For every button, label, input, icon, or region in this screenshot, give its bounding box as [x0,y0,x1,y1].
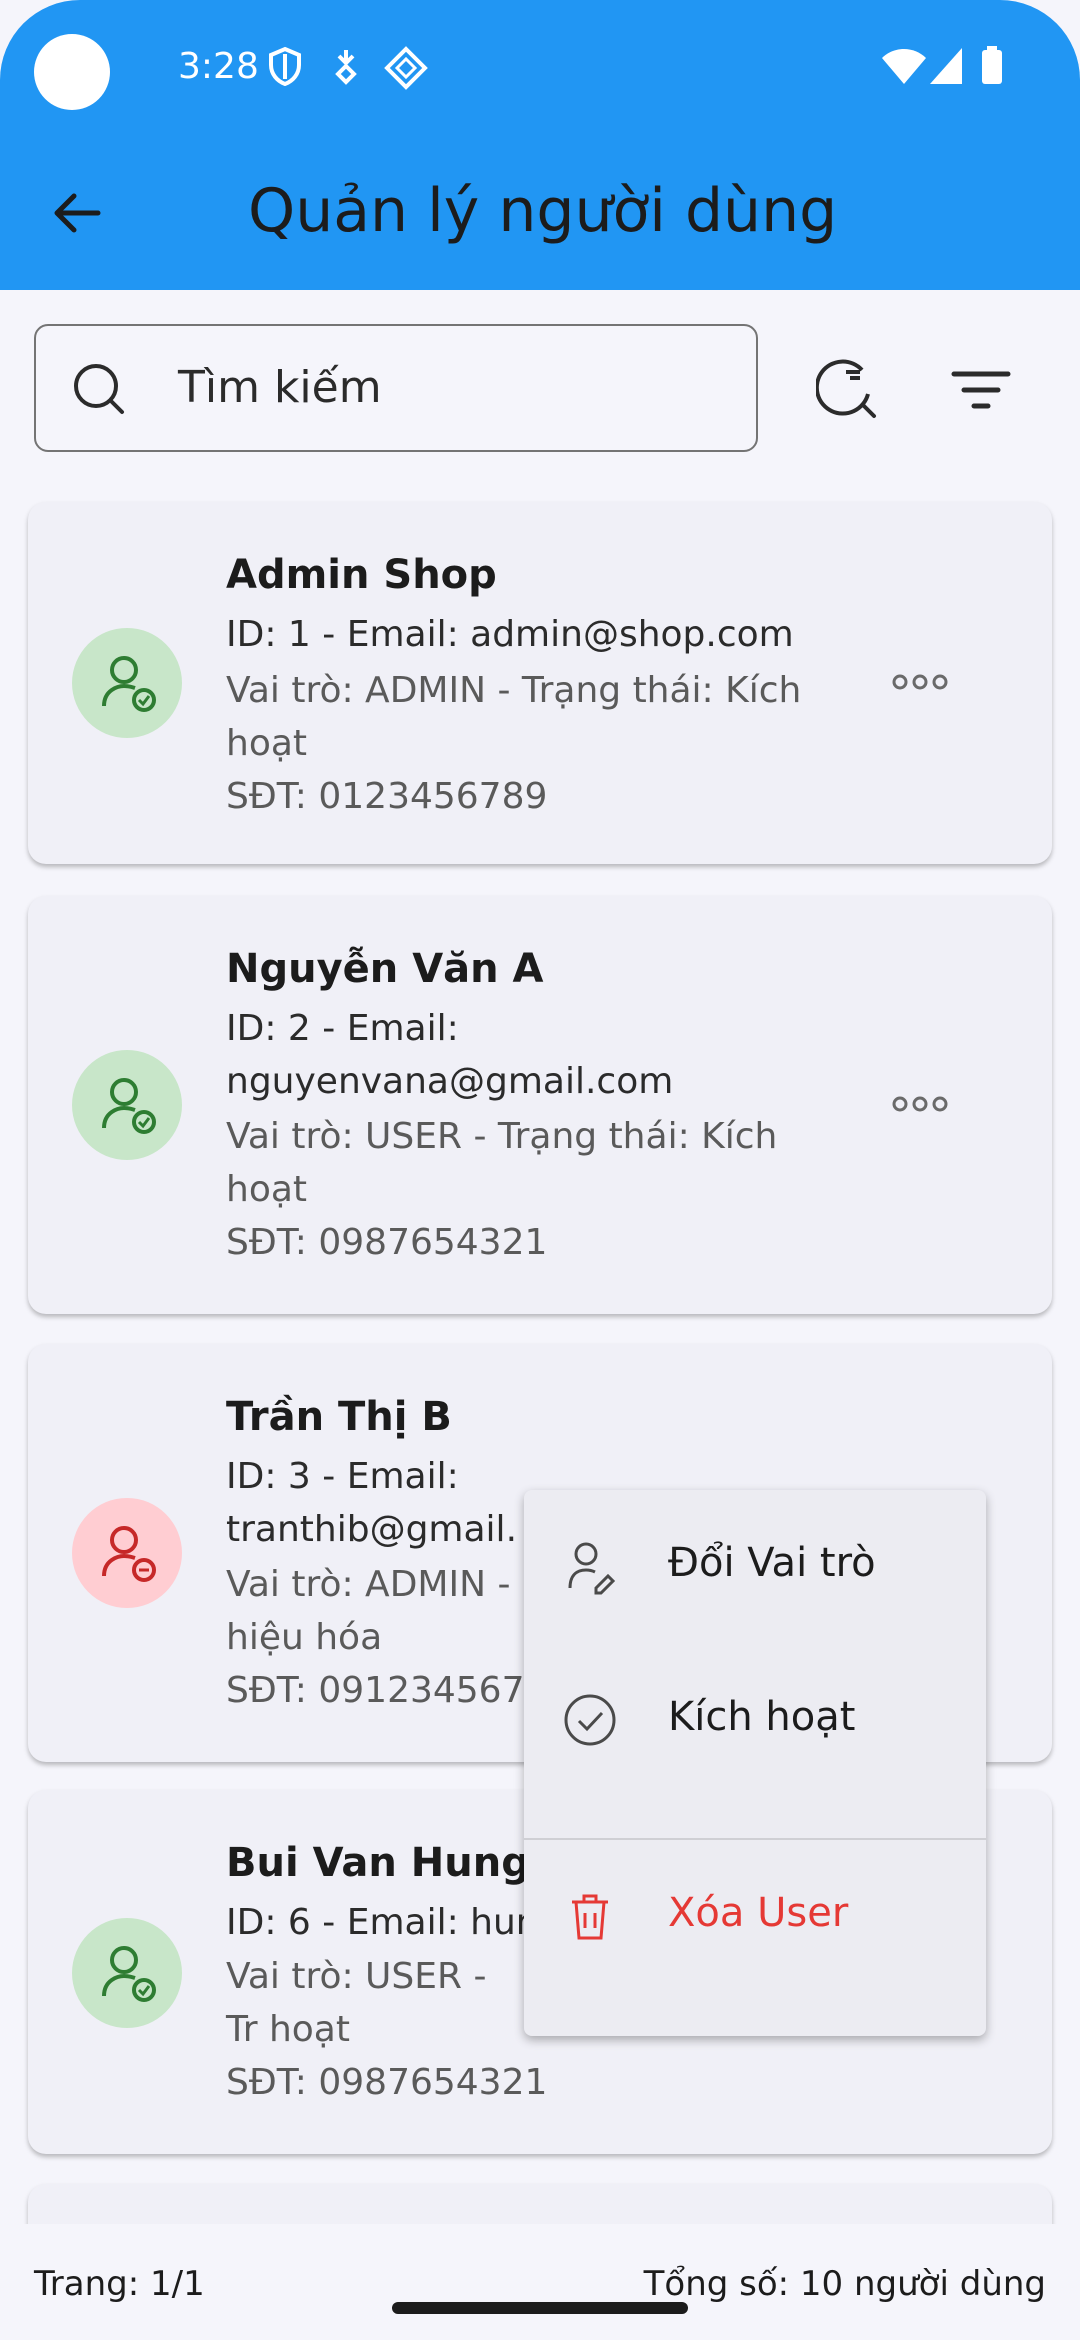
more-options-icon[interactable] [892,670,948,694]
menu-item-label: Kích hoạt [668,1694,856,1740]
check-circle-icon [564,1694,616,1746]
user-card[interactable]: Admin Shop ID: 1 - Email: admin@shop.com… [28,502,1052,864]
user-check-icon [102,1946,156,2002]
back-arrow-icon[interactable] [50,186,104,240]
trash-icon [572,1894,608,1940]
download-icon [335,50,357,85]
avatar [72,1498,182,1608]
user-id-email: ID: 1 - Email: admin@shop.com [226,614,794,655]
status-bar: 3:28 [0,0,1080,140]
user-role-status: Vai trò: USER - Tr hoạt [226,1956,487,2050]
user-id-email: ID: 3 - Email: tranthib@gmail. [226,1456,518,1550]
context-menu: Đổi Vai trò Kích hoạt Xóa User [524,1490,986,2036]
search-history-icon[interactable] [816,358,880,422]
user-card[interactable]: Nguyễn Văn A ID: 2 - Email: nguyenvana@g… [28,896,1052,1314]
user-role-status: Vai trò: ADMIN - hiệu hóa [226,1564,511,1658]
user-id-email: ID: 2 - Email: nguyenvana@gmail.com [226,1008,674,1102]
signal-icon [930,48,962,84]
battery-icon [982,46,1002,84]
user-check-icon [102,656,156,712]
diamond-grid-icon [384,46,428,90]
filter-icon[interactable] [950,368,1012,412]
user-role-status: Vai trò: USER - Trạng thái: Kích hoạt [226,1116,778,1210]
page-title: Quản lý người dùng [248,176,838,246]
wifi-icon [882,49,926,84]
user-name: Admin Shop [226,552,497,598]
menu-item-label: Xóa User [668,1890,849,1936]
user-name: Nguyễn Văn A [226,946,544,992]
change-role-menu-item[interactable]: Đổi Vai trò [524,1490,986,1640]
search-input[interactable]: Tìm kiếm [34,324,758,452]
user-phone: SĐT: 0987654321 [226,2062,548,2103]
page-indicator: Trang: 1/1 [34,2264,205,2304]
user-name: Trần Thị B [226,1394,452,1440]
delete-user-menu-item[interactable]: Xóa User [524,1840,986,1990]
avatar [72,1050,182,1160]
user-phone: SĐT: 0123456789 [226,776,548,817]
user-name: Bui Van Hung [226,1840,530,1886]
pagination-footer: Trang: 1/1 Tổng số: 10 người dùng [0,2224,1080,2340]
camera-cutout [34,34,110,110]
more-options-icon[interactable] [892,1092,948,1116]
user-phone: SĐT: 0987654321 [226,1222,548,1263]
activate-menu-item[interactable]: Kích hoạt [524,1644,986,1794]
menu-item-label: Đổi Vai trò [668,1540,876,1586]
search-icon [74,364,124,414]
total-count: Tổng số: 10 người dùng [643,2264,1046,2304]
user-id-email: ID: 6 - Email: hun [226,1902,526,1943]
user-blocked-icon [102,1526,156,1582]
avatar [72,628,182,738]
user-edit-icon [568,1542,616,1595]
home-indicator[interactable] [392,2302,688,2314]
user-check-icon [102,1078,156,1134]
status-time: 3:28 [178,46,259,87]
shield-icon [269,46,301,86]
user-role-status: Vai trò: ADMIN - Trạng thái: Kích hoạt [226,670,802,764]
search-placeholder: Tìm kiếm [178,362,382,413]
avatar [72,1918,182,2028]
